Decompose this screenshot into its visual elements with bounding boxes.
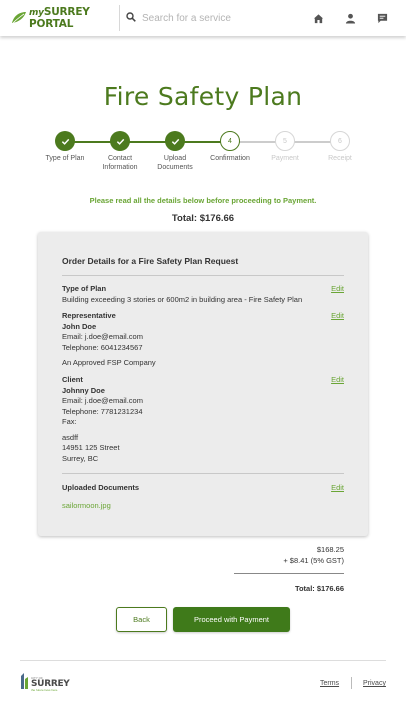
totals-divider bbox=[234, 573, 344, 574]
representative-section: Representative John Doe Email: j.doe@ema… bbox=[62, 311, 344, 369]
type-of-plan-value: Building exceeding 3 stories or 600m2 in… bbox=[62, 294, 303, 304]
user-icon[interactable] bbox=[344, 12, 356, 24]
grand-total: Total: $176.66 bbox=[294, 584, 344, 593]
search-input[interactable] bbox=[142, 12, 292, 24]
check-icon bbox=[55, 131, 75, 151]
client-address-line: asdff bbox=[62, 432, 79, 442]
order-details-title: Order Details for a Fire Safety Plan Req… bbox=[62, 256, 239, 266]
proceed-with-payment-button[interactable]: Proceed with Payment bbox=[173, 607, 290, 632]
step-number: 6 bbox=[330, 131, 350, 151]
payment-notice: Please read all the details below before… bbox=[89, 196, 317, 205]
footer-divider bbox=[20, 660, 386, 661]
surrey-leaf-icon bbox=[11, 11, 27, 25]
search-icon bbox=[126, 9, 136, 27]
client-name: Johnny Doe bbox=[62, 385, 105, 395]
client-address-line: 14951 125 Street bbox=[62, 443, 120, 452]
divider bbox=[62, 275, 344, 276]
step-number: 5 bbox=[275, 131, 295, 151]
gst-amount: + $8.41 (5% GST) bbox=[283, 556, 344, 565]
uploaded-file-link[interactable]: sailormoon.jpg bbox=[62, 501, 344, 512]
portal-logo[interactable]: mySURREY PORTAL bbox=[0, 0, 107, 36]
client-address-line: Surrey, BC bbox=[62, 453, 99, 463]
header-divider bbox=[119, 5, 120, 31]
representative-company: An Approved FSP Company bbox=[62, 358, 156, 367]
representative-telephone: Telephone: 6041234567 bbox=[62, 342, 143, 352]
edit-client-link[interactable]: Edit bbox=[331, 375, 344, 386]
terms-link[interactable]: Terms bbox=[320, 680, 339, 687]
search-bar[interactable] bbox=[126, 0, 292, 36]
surrey-logo-mark-icon bbox=[20, 673, 29, 695]
message-icon[interactable] bbox=[376, 12, 388, 24]
total-summary: Total: $176.66 bbox=[171, 213, 235, 224]
home-icon[interactable] bbox=[312, 12, 324, 24]
client-email: Email: j.doe@email.com bbox=[62, 396, 143, 405]
step-label: Contact Information bbox=[102, 155, 138, 171]
footer-link-separator bbox=[351, 677, 352, 689]
step-label: Upload Documents bbox=[157, 155, 193, 171]
logo-my-text: my bbox=[29, 8, 44, 18]
representative-email: Email: j.doe@email.com bbox=[62, 332, 143, 341]
check-icon bbox=[110, 131, 130, 151]
check-icon bbox=[165, 131, 185, 151]
progress-stepper: Type of Plan Contact Information Upload … bbox=[38, 131, 368, 176]
order-details-card: Order Details for a Fire Safety Plan Req… bbox=[38, 232, 368, 536]
edit-representative-link[interactable]: Edit bbox=[331, 311, 344, 322]
client-telephone: Telephone: 7781231234 bbox=[62, 406, 143, 416]
back-button[interactable]: Back bbox=[116, 607, 167, 632]
client-fax: Fax: bbox=[62, 417, 77, 426]
step-label: Receipt bbox=[328, 155, 352, 162]
edit-type-of-plan-link[interactable]: Edit bbox=[331, 284, 344, 295]
privacy-link[interactable]: Privacy bbox=[363, 680, 386, 687]
type-of-plan-section: Type of Plan Building exceeding 3 storie… bbox=[62, 284, 344, 305]
header-icons bbox=[292, 12, 388, 24]
city-of-surrey-logo[interactable]: CITY OF SURREY the future lives here. bbox=[20, 673, 70, 695]
subtotal-amount: $168.25 bbox=[316, 545, 344, 554]
step-number: 4 bbox=[220, 131, 240, 151]
type-of-plan-label: Type of Plan bbox=[62, 284, 107, 293]
uploaded-documents-label: Uploaded Documents bbox=[62, 483, 140, 492]
edit-documents-link[interactable]: Edit bbox=[331, 483, 344, 494]
step-receipt: 6 Receipt bbox=[305, 131, 375, 163]
logo-tagline: the future lives here. bbox=[31, 687, 59, 692]
documents-section: Uploaded Documents sailormoon.jpg Edit bbox=[62, 483, 344, 511]
representative-label: Representative bbox=[62, 311, 116, 320]
top-header: mySURREY PORTAL bbox=[0, 0, 406, 36]
page-title: Fire Safety Plan bbox=[103, 82, 303, 111]
client-label: Client bbox=[62, 375, 83, 384]
client-section: Client Johnny Doe Email: j.doe@email.com… bbox=[62, 375, 344, 464]
divider bbox=[62, 473, 344, 474]
representative-name: John Doe bbox=[62, 321, 97, 331]
